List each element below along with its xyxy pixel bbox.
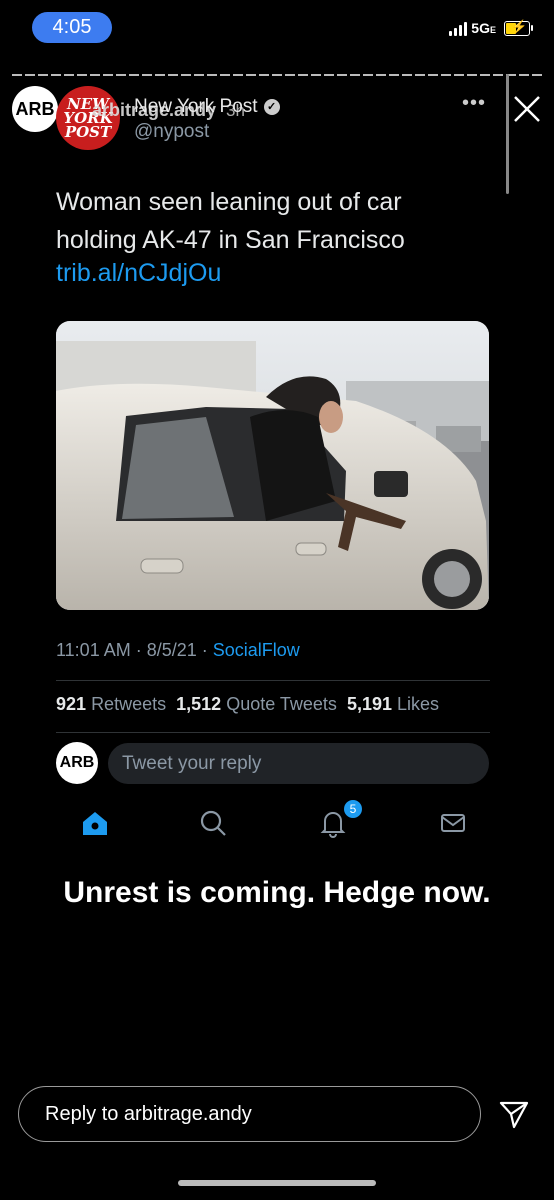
tweet-text: Woman seen leaning out of car holding AK… <box>56 188 405 254</box>
tweet-reply-input[interactable]: Tweet your reply <box>108 743 489 784</box>
reply-avatar: ARB <box>56 742 98 784</box>
close-icon[interactable] <box>512 94 542 124</box>
send-icon[interactable] <box>498 1098 530 1130</box>
divider <box>56 732 490 733</box>
tweet-meta: 11:01 AM · 8/5/21 · SocialFlow <box>56 640 300 660</box>
home-icon[interactable] <box>78 806 112 840</box>
tweet-display-name: New York Post ✓ <box>134 96 280 118</box>
tweet-handle: @nypost <box>134 121 210 142</box>
story-reply-input[interactable]: Reply to arbitrage.andy <box>18 1086 481 1142</box>
notification-badge: 5 <box>344 800 362 818</box>
search-icon[interactable] <box>196 806 230 840</box>
tweet-photo[interactable] <box>56 321 489 610</box>
notifications-tab[interactable]: 5 <box>316 800 362 840</box>
tweet-source[interactable]: SocialFlow <box>213 640 300 660</box>
signal-icon <box>449 20 468 36</box>
story-caption: Unrest is coming. Hedge now. <box>63 876 491 909</box>
tweet-link[interactable]: trib.al/nCJdjOu <box>56 259 221 288</box>
home-indicator[interactable] <box>178 1180 376 1186</box>
more-options-icon[interactable]: ••• <box>462 92 486 115</box>
tweet-engagement: 921 Retweets 1,512 Quote Tweets 5,191 Li… <box>56 694 440 714</box>
story-avatar[interactable]: ARB <box>12 86 58 132</box>
scroll-indicator <box>506 74 509 194</box>
twitter-tab-bar: 5 <box>56 800 489 840</box>
network-label: 5GE <box>471 20 496 36</box>
mail-icon[interactable] <box>436 806 470 840</box>
status-indicators: 5GE ⚡ <box>449 19 533 36</box>
divider <box>56 680 490 681</box>
verified-icon: ✓ <box>263 99 280 115</box>
battery-icon: ⚡ <box>504 19 533 36</box>
story-progress-bar <box>12 74 542 76</box>
status-time: 4:05 <box>32 12 112 43</box>
